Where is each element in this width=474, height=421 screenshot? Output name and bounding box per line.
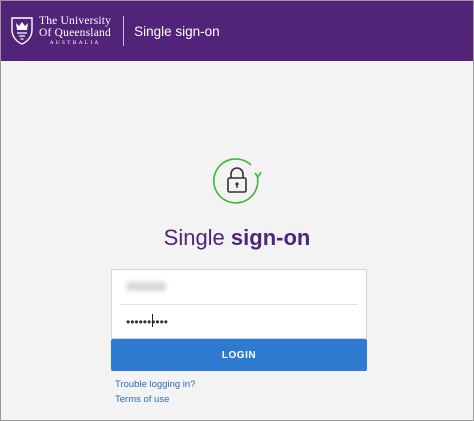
page-title-light: Single [163,225,231,250]
crest-icon [11,17,33,45]
lock-icon [213,158,262,204]
password-input[interactable] [112,305,366,339]
login-button[interactable]: LOGIN [111,339,367,371]
terms-of-use-link[interactable]: Terms of use [115,394,169,405]
wordmark-line-3: AUSTRALIA [49,40,101,47]
wordmark-line-2: Of Queensland [39,27,111,40]
username-redacted [126,282,166,291]
site-header: The University Of Queensland AUSTRALIA S… [1,1,473,61]
text-caret [152,314,153,327]
page-title: Single sign-on [1,225,473,251]
page-title-bold: sign-on [230,225,311,250]
header-divider [123,16,125,46]
login-form [111,269,367,339]
wordmark-line-1: The University [39,15,112,28]
trouble-logging-in-link[interactable]: Trouble logging in? [115,379,195,390]
browser-frame: The University Of Queensland AUSTRALIA S… [0,0,474,421]
uq-logo[interactable]: The University Of Queensland AUSTRALIA [11,1,111,61]
wordmark: The University Of Queensland AUSTRALIA [39,15,111,47]
header-title: Single sign-on [134,23,220,39]
